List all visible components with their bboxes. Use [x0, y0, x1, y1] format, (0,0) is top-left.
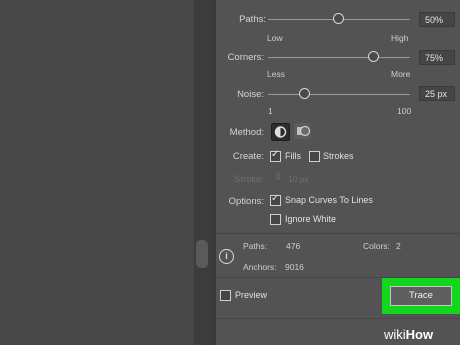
trace-button[interactable]: Trace [390, 286, 452, 306]
document-canvas [0, 0, 194, 345]
overlapping-icon [297, 125, 311, 137]
corners-slider-track[interactable] [268, 57, 410, 58]
strokes-label: Strokes [323, 151, 354, 161]
corners-min-label: Less [267, 69, 285, 79]
stroke-stepper-icon: ⇕ [274, 172, 283, 183]
noise-slider-thumb[interactable] [299, 88, 310, 99]
options-label: Options: [228, 196, 264, 207]
panel-gutter [194, 0, 214, 345]
watermark-part1: wiki [384, 327, 406, 342]
paths-slider-label: Paths: [239, 14, 266, 25]
paths-slider-thumb[interactable] [333, 13, 344, 24]
wikihow-watermark: wikiHow [384, 327, 433, 342]
method-overlapping-button[interactable] [294, 123, 311, 139]
ignore-white-label: Ignore White [285, 214, 337, 224]
paths-count-value: 476 [286, 241, 301, 251]
info-icon: i [219, 249, 234, 264]
method-abutting-button[interactable] [271, 123, 290, 141]
stroke-value-field: 10 px [288, 174, 309, 184]
anchors-count-label: Anchors: [243, 262, 277, 272]
noise-min-label: 1 [268, 106, 273, 116]
method-label: Method: [229, 127, 264, 138]
noise-max-label: 100 [397, 106, 412, 116]
fills-label: Fills [285, 151, 301, 161]
colors-count-label: Colors: [363, 241, 390, 251]
paths-count-label: Paths: [243, 241, 268, 251]
snap-curves-label: Snap Curves To Lines [285, 195, 373, 205]
footer-divider [216, 318, 460, 319]
stroke-label: Stroke: [233, 174, 264, 185]
fills-checkbox[interactable] [270, 149, 281, 162]
noise-slider-label: Noise: [237, 89, 264, 100]
paths-max-label: High [391, 33, 409, 43]
anchors-count-value: 9016 [285, 262, 304, 272]
create-label: Create: [232, 151, 264, 162]
corners-slider-thumb[interactable] [368, 51, 379, 62]
paths-min-label: Low [267, 33, 283, 43]
preview-label: Preview [235, 290, 268, 300]
corners-slider-label: Corners: [227, 52, 264, 63]
paths-value-field[interactable]: 50% [419, 12, 455, 27]
abutting-icon [274, 126, 287, 138]
watermark-part2: How [405, 327, 434, 342]
ignore-white-checkbox[interactable] [270, 214, 281, 225]
noise-slider-track[interactable] [268, 94, 410, 95]
noise-value-field[interactable]: 25 px [419, 86, 455, 101]
corners-value-field[interactable]: 75% [419, 50, 455, 65]
colors-count-value: 2 [396, 241, 401, 251]
collapse-handle[interactable] [196, 240, 208, 268]
corners-max-label: More [391, 69, 411, 79]
snap-curves-checkbox[interactable] [270, 193, 281, 206]
strokes-checkbox[interactable] [309, 151, 320, 162]
preview-checkbox[interactable] [220, 290, 231, 301]
info-divider-top [216, 233, 460, 234]
